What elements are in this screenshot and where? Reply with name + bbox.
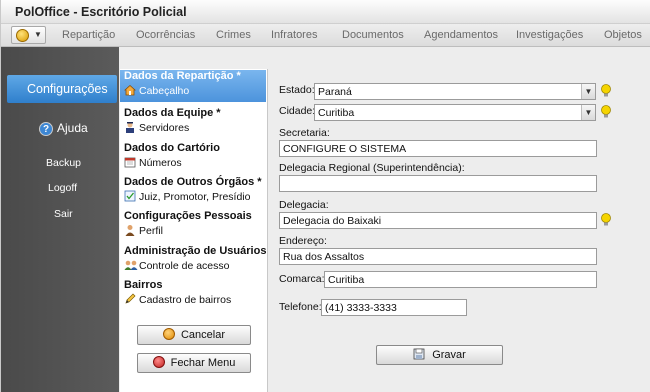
nav-ajuda[interactable]: ? Ajuda bbox=[39, 121, 88, 136]
section-dados-equipe[interactable]: Dados da Equipe * Servidores bbox=[120, 107, 266, 134]
close-menu-button[interactable]: Fechar Menu bbox=[137, 353, 251, 373]
estado-value: Paraná bbox=[318, 86, 352, 98]
left-nav: Configurações ? Ajuda Backup Logoff Sair bbox=[1, 47, 119, 392]
nav-sair[interactable]: Sair bbox=[54, 208, 73, 220]
section-sub: Servidores bbox=[139, 122, 190, 134]
section-dados-cartorio[interactable]: Dados do Cartório Números bbox=[120, 142, 266, 169]
section-header: Dados do Cartório bbox=[124, 142, 220, 154]
save-icon bbox=[413, 348, 425, 360]
menu-objetos[interactable]: Objetos bbox=[604, 29, 642, 41]
close-menu-button-label: Fechar Menu bbox=[170, 357, 236, 369]
delegacia-regional-input[interactable] bbox=[279, 175, 597, 192]
help-icon: ? bbox=[39, 122, 53, 136]
house-icon bbox=[123, 84, 137, 96]
cancel-button-label: Cancelar bbox=[180, 329, 226, 341]
delegacia-regional-label: Delegacia Regional (Superintendência): bbox=[279, 162, 465, 174]
endereco-label: Endereço: bbox=[279, 235, 327, 247]
section-header: Administração de Usuários bbox=[124, 245, 267, 257]
calendar-icon bbox=[124, 156, 136, 168]
section-outros-orgaos[interactable]: Dados de Outros Órgãos * Juiz, Promotor,… bbox=[120, 176, 266, 203]
comarca-label: Comarca: bbox=[279, 273, 325, 285]
lightbulb-icon[interactable] bbox=[600, 84, 612, 98]
telefone-label: Telefone: bbox=[279, 301, 322, 313]
menu-documentos[interactable]: Documentos bbox=[342, 29, 404, 41]
section-dados-reparticao[interactable]: Dados da Repartição * Cabeçalho bbox=[120, 70, 266, 102]
window-title: PolOffice - Escritório Policial bbox=[15, 5, 187, 19]
section-sub: Perfil bbox=[139, 225, 163, 237]
menu-investigacoes[interactable]: Investigações bbox=[516, 29, 583, 41]
users-icon bbox=[124, 259, 138, 271]
menu-ocorrencias[interactable]: Ocorrências bbox=[136, 29, 195, 41]
app-menu-button[interactable]: ▼ bbox=[11, 26, 46, 44]
checklist-icon bbox=[124, 190, 136, 202]
nav-backup[interactable]: Backup bbox=[46, 157, 81, 169]
menu-bar: ▼ Repartição Ocorrências Crimes Infrator… bbox=[1, 24, 650, 47]
app-window: PolOffice - Escritório Policial ▼ Repart… bbox=[0, 0, 650, 392]
cancel-button[interactable]: Cancelar bbox=[137, 325, 251, 345]
close-menu-icon bbox=[152, 356, 165, 368]
section-header: Configurações Pessoais bbox=[124, 210, 252, 222]
delegacia-input[interactable]: Delegacia do Baixaki bbox=[279, 212, 597, 229]
officer-icon bbox=[124, 121, 136, 133]
cidade-select[interactable]: Curitiba ▼ bbox=[314, 104, 596, 121]
endereco-input[interactable]: Rua dos Assaltos bbox=[279, 248, 597, 265]
section-config-pessoais[interactable]: Configurações Pessoais Perfil bbox=[120, 210, 266, 237]
app-logo-icon bbox=[16, 29, 29, 42]
chevron-down-icon: ▼ bbox=[581, 84, 595, 99]
section-header: Dados da Equipe * bbox=[124, 107, 221, 119]
delegacia-label: Delegacia: bbox=[279, 199, 329, 211]
menu-crimes[interactable]: Crimes bbox=[216, 29, 251, 41]
section-sub: Números bbox=[139, 157, 182, 169]
section-sub: Juiz, Promotor, Presídio bbox=[139, 191, 251, 203]
section-sub: Cadastro de bairros bbox=[139, 294, 232, 306]
section-header: Dados de Outros Órgãos * bbox=[124, 176, 262, 188]
menu-agendamentos[interactable]: Agendamentos bbox=[424, 29, 498, 41]
save-button-label: Gravar bbox=[432, 349, 466, 361]
section-header: Dados da Repartição * bbox=[124, 70, 241, 82]
menu-infratores[interactable]: Infratores bbox=[271, 29, 317, 41]
person-icon bbox=[124, 224, 136, 236]
comarca-input[interactable]: Curitiba bbox=[324, 271, 597, 288]
cancel-icon bbox=[162, 328, 175, 340]
section-sub: Controle de acesso bbox=[139, 260, 230, 272]
nav-configuracoes[interactable]: Configurações bbox=[7, 75, 117, 103]
lightbulb-icon[interactable] bbox=[600, 105, 612, 119]
nav-logoff[interactable]: Logoff bbox=[48, 182, 77, 194]
estado-select[interactable]: Paraná ▼ bbox=[314, 83, 596, 100]
pencil-icon bbox=[124, 293, 136, 305]
save-button[interactable]: Gravar bbox=[376, 345, 503, 365]
telefone-input[interactable]: (41) 3333-3333 bbox=[321, 299, 467, 316]
chevron-down-icon: ▼ bbox=[581, 105, 595, 120]
section-admin-usuarios[interactable]: Administração de Usuários Controle de ac… bbox=[120, 245, 266, 272]
reparticao-form: Estado: Paraná ▼ Cidade: Curitiba ▼ Secr… bbox=[269, 69, 650, 392]
section-bairros[interactable]: Bairros Cadastro de bairros bbox=[120, 279, 266, 306]
cidade-value: Curitiba bbox=[318, 107, 355, 119]
nav-ajuda-label: Ajuda bbox=[57, 121, 88, 135]
section-sub: Cabeçalho bbox=[139, 85, 190, 97]
title-bar: PolOffice - Escritório Policial bbox=[1, 0, 650, 24]
estado-label: Estado: bbox=[279, 84, 315, 96]
menu-reparticao[interactable]: Repartição bbox=[62, 29, 115, 41]
cidade-label: Cidade: bbox=[279, 105, 316, 117]
lightbulb-icon[interactable] bbox=[600, 213, 612, 227]
chevron-down-icon: ▼ bbox=[34, 30, 42, 39]
secretaria-input[interactable]: CONFIGURE O SISTEMA bbox=[279, 140, 597, 157]
secretaria-label: Secretaria: bbox=[279, 127, 330, 139]
section-header: Bairros bbox=[124, 279, 163, 291]
